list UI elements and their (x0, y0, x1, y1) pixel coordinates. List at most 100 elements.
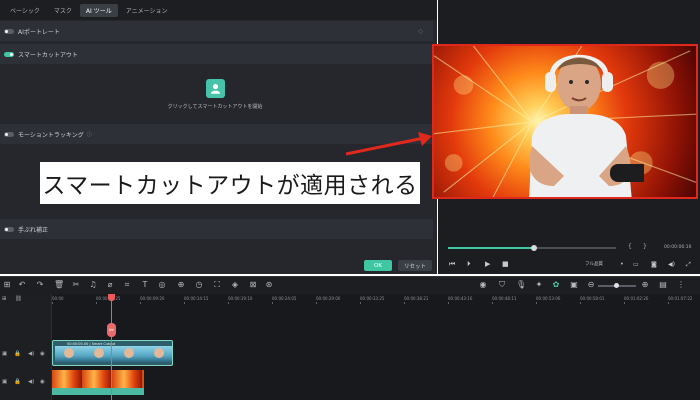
ruler-tick-mark (668, 302, 669, 304)
volume-icon[interactable]: ◀) (668, 261, 675, 268)
link-icon[interactable]: ⛓ (15, 296, 22, 302)
mark-in-button[interactable]: { (628, 243, 632, 250)
settings-icon[interactable]: ⋮ (676, 280, 686, 289)
tab-basic[interactable]: ベーシック (4, 4, 46, 17)
more-tools-icon[interactable]: ⊠ (248, 280, 258, 289)
zoom-in-icon[interactable]: ⊕ (640, 280, 650, 289)
ruler-tick-mark (52, 302, 53, 304)
info-icon[interactable]: ⓘ (87, 131, 92, 138)
redo-icon[interactable]: ↷ (35, 280, 45, 289)
stop-icon[interactable]: ■ (502, 260, 509, 268)
background-clip-audio[interactable] (52, 388, 144, 395)
person-icon (210, 83, 221, 94)
speed-icon[interactable]: ⊕ (176, 280, 186, 289)
ruler-tick-label: 00:00:33:25 (360, 296, 385, 301)
scissors-icon[interactable]: ✂ (107, 323, 116, 337)
snapshot-icon[interactable]: ◙ (651, 261, 657, 268)
fit-icon[interactable]: ▤ (658, 280, 668, 289)
shield-icon[interactable]: ⛉ (497, 280, 507, 290)
ruler-tick-mark (492, 302, 493, 304)
keyframe-icon[interactable]: ◈ (230, 280, 240, 289)
playhead[interactable] (111, 294, 112, 400)
lock-icon[interactable]: 🔒 (14, 351, 21, 357)
tag-icon[interactable]: ⌀ (105, 280, 115, 289)
preview-scrubber[interactable] (448, 245, 616, 251)
section-stabilization: 手ぶれ補正 (0, 219, 433, 239)
scrubber-progress (448, 247, 534, 249)
subtitle-icon[interactable]: ▣ (569, 280, 579, 289)
transform-icon[interactable]: ⛶ (212, 280, 222, 290)
ruler-tick-mark (448, 302, 449, 304)
quality-dropdown[interactable]: フル品質 ▾ (582, 259, 626, 269)
ruler-tick-mark (580, 302, 581, 304)
effects-icon[interactable]: ✦ (534, 280, 544, 289)
motion-tracking-toggle[interactable] (4, 131, 14, 137)
ruler-tick-label: 00:00 (52, 296, 64, 301)
chevron-down-icon: ▾ (620, 261, 623, 267)
prev-frame-icon[interactable]: ⏮ (449, 260, 455, 269)
text-icon[interactable]: T (140, 280, 150, 289)
video-track-2-icon: ▣ (2, 379, 8, 385)
mark-out-button[interactable]: } (643, 243, 647, 250)
ruler-tick-label: 00:00:14:15 (184, 296, 209, 301)
timer-icon[interactable]: ◷ (194, 280, 204, 289)
ruler-tick-label: 00:00:53:06 (536, 296, 561, 301)
mute-2-icon[interactable]: ◀) (28, 379, 34, 385)
smart-cutout-start-button[interactable] (206, 79, 225, 98)
tab-mask[interactable]: マスク (48, 4, 78, 17)
tab-animation[interactable]: アニメーション (120, 4, 174, 17)
ruler-tick-mark (272, 302, 273, 304)
display-icon[interactable]: ▭ (633, 261, 639, 268)
annotation-callout: スマートカットアウトが適用される (40, 162, 420, 204)
smart-cutout-hint[interactable]: クリックしてスマートカットアウトを開始 (150, 103, 280, 110)
ruler-tick-mark (624, 302, 625, 304)
playhead-handle[interactable] (108, 294, 115, 301)
color-icon[interactable]: ◎ (157, 280, 167, 289)
ok-button[interactable]: OK (364, 260, 392, 271)
audio-icon[interactable]: ♫ (88, 280, 98, 289)
stabilization-toggle[interactable] (4, 226, 14, 232)
zoom-out-icon[interactable]: ⊖ (586, 280, 596, 289)
zoom-slider[interactable] (598, 283, 636, 288)
add-track-icon[interactable]: ⊞ (2, 296, 7, 302)
timeline-ruler[interactable]: 00:0000:00:04:2500:00:09:2000:00:14:1500… (52, 294, 700, 304)
play-icon[interactable]: ▶ (485, 260, 490, 268)
video-clip-smart-cutout[interactable]: 00:00:00.00 | Smart Cutout (52, 340, 173, 366)
section-smart-cutout: スマートカットアウト (0, 44, 433, 64)
undo-icon[interactable]: ↶ (17, 280, 27, 289)
layout-icon[interactable]: ⊞ (2, 280, 12, 289)
ruler-tick-label: 00:00:29:00 (316, 296, 341, 301)
background-clip-explosion[interactable] (52, 370, 144, 388)
fullscreen-icon[interactable]: ⤢ (686, 261, 691, 269)
eye-2-icon[interactable]: ◉ (40, 379, 45, 385)
quality-value: フル品質 (585, 262, 603, 267)
mic-icon[interactable]: 🎙 (516, 280, 526, 289)
play-step-icon[interactable]: ⏵ (467, 260, 471, 269)
split-icon[interactable]: ✂ (71, 280, 81, 289)
smart-cutout-label: スマートカットアウト (18, 51, 78, 59)
clip-label: 00:00:00.00 | Smart Cutout (67, 342, 116, 346)
ai-icon[interactable]: ⊛ (264, 280, 274, 289)
delete-icon[interactable]: 🗑 (54, 280, 64, 289)
ruler-tick-label: 00:00:09:20 (140, 296, 165, 301)
tab-ai-tools[interactable]: AI ツール (79, 3, 118, 17)
ruler-tick-mark (140, 302, 141, 304)
reset-button[interactable]: リセット (398, 260, 432, 271)
ruler-tick-mark (360, 302, 361, 304)
ai-portrait-label: AIポートレート (18, 28, 60, 36)
lock-2-icon[interactable]: 🔒 (14, 379, 21, 385)
keyframe-diamond-icon[interactable]: ◇ (418, 28, 423, 35)
video-preview[interactable] (432, 44, 698, 199)
ai-cutout-icon[interactable]: ✿ (551, 280, 561, 289)
smart-cutout-toggle[interactable] (4, 51, 14, 57)
section-ai-portrait: AIポートレート ◇ (0, 21, 433, 41)
ai-portrait-toggle[interactable] (4, 28, 14, 34)
mute-icon[interactable]: ◀) (28, 351, 34, 357)
zoom-slider-handle[interactable] (614, 283, 619, 288)
track-headers: ⊞ ⛓ ▣ 🔒 ◀) ◉ ▣ 🔒 ◀) ◉ (0, 294, 52, 400)
crop-icon[interactable]: ⌗ (122, 280, 132, 290)
eye-icon[interactable]: ◉ (40, 351, 45, 357)
render-icon[interactable]: ◉ (478, 280, 488, 289)
scrubber-handle[interactable] (530, 245, 537, 251)
ruler-tick-mark (536, 302, 537, 304)
